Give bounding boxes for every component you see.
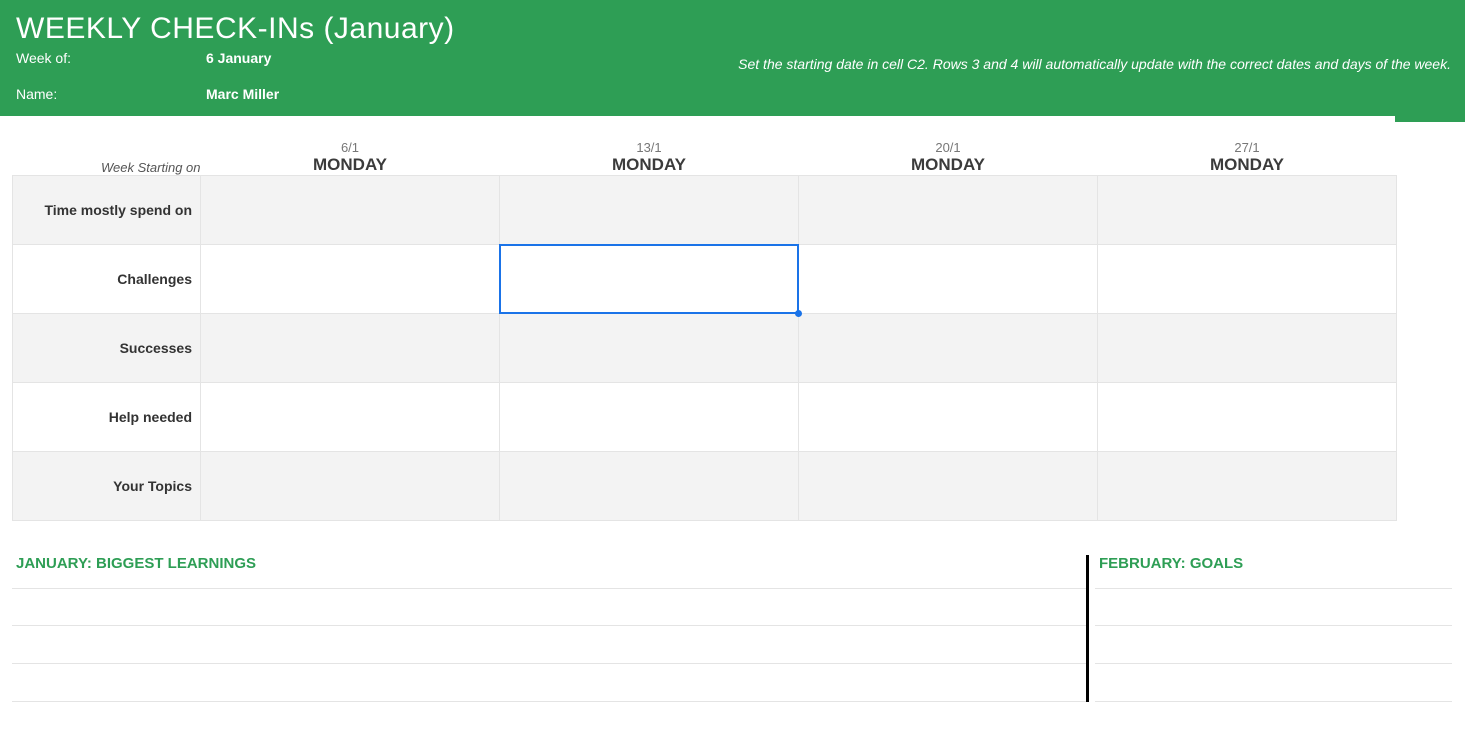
table-row: Successes bbox=[13, 314, 1397, 383]
name-row: Name: Marc Miller bbox=[16, 86, 1449, 102]
cell[interactable] bbox=[1098, 245, 1397, 314]
name-value[interactable]: Marc Miller bbox=[206, 86, 279, 102]
blank-line[interactable] bbox=[1095, 626, 1452, 664]
cell[interactable] bbox=[1098, 452, 1397, 521]
learnings-section: JANUARY: BIGGEST LEARNINGS bbox=[12, 555, 1086, 702]
cell[interactable] bbox=[201, 383, 500, 452]
week-of-value[interactable]: 6 January bbox=[206, 50, 271, 66]
checkin-table: 6/1 13/1 20/1 27/1 Week Starting on MOND… bbox=[12, 140, 1397, 521]
col-day: MONDAY bbox=[1098, 155, 1397, 176]
blank-line[interactable] bbox=[12, 588, 1086, 626]
cell[interactable] bbox=[500, 383, 799, 452]
cell[interactable] bbox=[201, 452, 500, 521]
col-date: 20/1 bbox=[799, 140, 1098, 155]
table-row: Help needed bbox=[13, 383, 1397, 452]
col-date: 6/1 bbox=[201, 140, 500, 155]
blank-line[interactable] bbox=[1095, 664, 1452, 702]
header-instruction: Set the starting date in cell C2. Rows 3… bbox=[738, 56, 1451, 72]
col-day: MONDAY bbox=[799, 155, 1098, 176]
goals-title: FEBRUARY: GOALS bbox=[1095, 555, 1452, 588]
page-title: WEEKLY CHECK-INs (January) bbox=[16, 12, 1449, 46]
selection-handle-icon[interactable] bbox=[795, 310, 802, 317]
cell[interactable] bbox=[201, 314, 500, 383]
cell[interactable] bbox=[1098, 383, 1397, 452]
row-label: Successes bbox=[13, 314, 201, 383]
cell[interactable] bbox=[500, 314, 799, 383]
cell[interactable] bbox=[201, 176, 500, 245]
cell[interactable] bbox=[500, 176, 799, 245]
col-date: 27/1 bbox=[1098, 140, 1397, 155]
row-label: Challenges bbox=[13, 245, 201, 314]
learnings-lines bbox=[12, 588, 1086, 702]
cell[interactable] bbox=[1098, 314, 1397, 383]
row-label: Your Topics bbox=[13, 452, 201, 521]
cell[interactable] bbox=[799, 245, 1098, 314]
daynames-row: Week Starting on MONDAY MONDAY MONDAY MO… bbox=[13, 155, 1397, 176]
cell[interactable] bbox=[1098, 176, 1397, 245]
bottom-sections: JANUARY: BIGGEST LEARNINGS FEBRUARY: GOA… bbox=[12, 555, 1452, 702]
goals-section: FEBRUARY: GOALS bbox=[1095, 555, 1452, 702]
dates-row: 6/1 13/1 20/1 27/1 bbox=[13, 140, 1397, 155]
cell[interactable] bbox=[799, 176, 1098, 245]
row-label: Time mostly spend on bbox=[13, 176, 201, 245]
cell[interactable] bbox=[500, 452, 799, 521]
cell[interactable] bbox=[799, 452, 1098, 521]
col-date: 13/1 bbox=[500, 140, 799, 155]
blank-line[interactable] bbox=[12, 626, 1086, 664]
blank-line[interactable] bbox=[12, 664, 1086, 702]
goals-lines bbox=[1095, 588, 1452, 702]
col-day: MONDAY bbox=[201, 155, 500, 176]
cell[interactable] bbox=[799, 314, 1098, 383]
table-row: Time mostly spend on bbox=[13, 176, 1397, 245]
row-label: Help needed bbox=[13, 383, 201, 452]
table-row: Challenges bbox=[13, 245, 1397, 314]
cell[interactable] bbox=[201, 245, 500, 314]
learnings-title: JANUARY: BIGGEST LEARNINGS bbox=[12, 555, 1086, 588]
decorative-notch bbox=[1395, 116, 1465, 122]
header-band: WEEKLY CHECK-INs (January) Week of: 6 Ja… bbox=[0, 0, 1465, 116]
week-of-label: Week of: bbox=[16, 50, 206, 66]
cell[interactable] bbox=[799, 383, 1098, 452]
week-starting-label: Week Starting on bbox=[13, 155, 201, 176]
table-row: Your Topics bbox=[13, 452, 1397, 521]
vertical-divider bbox=[1086, 555, 1089, 702]
name-label: Name: bbox=[16, 86, 206, 102]
col-day: MONDAY bbox=[500, 155, 799, 176]
blank-line[interactable] bbox=[1095, 588, 1452, 626]
selected-cell[interactable] bbox=[500, 245, 799, 314]
